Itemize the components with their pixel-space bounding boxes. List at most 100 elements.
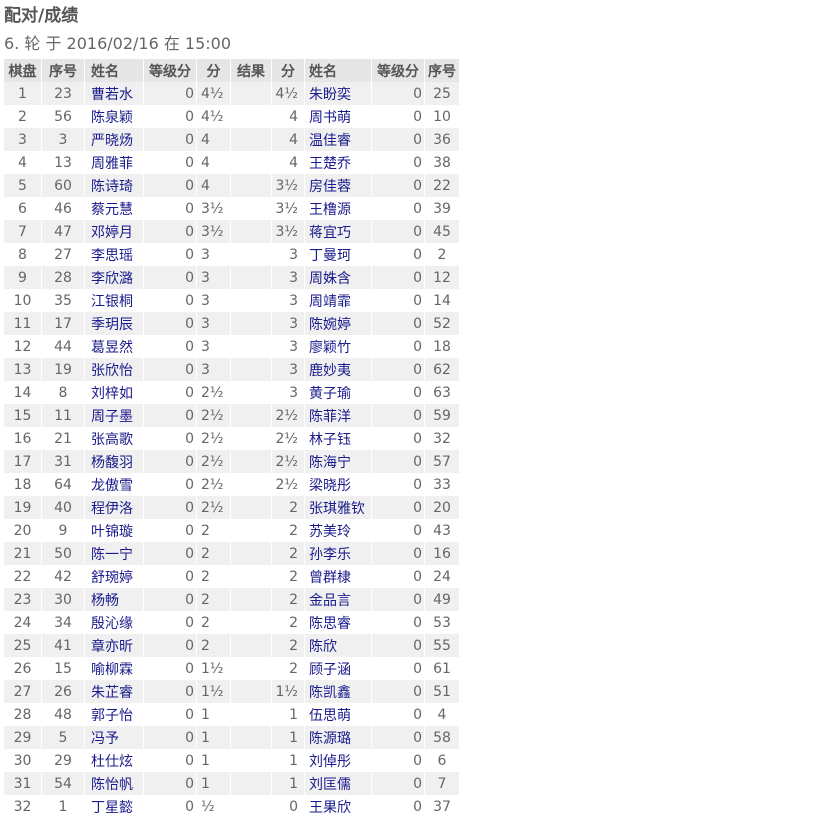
header-black-points: 分 xyxy=(271,59,305,82)
black-player-number-cell: 24 xyxy=(424,565,460,588)
black-player-name-link[interactable]: 朱盼奕 xyxy=(309,87,351,103)
white-player-name-link[interactable]: 陈诗琦 xyxy=(91,179,133,195)
black-player-name-link[interactable]: 蒋宜巧 xyxy=(309,225,351,241)
black-player-rating-cell: 0 xyxy=(371,634,425,657)
white-player-points-cell: 4½ xyxy=(196,82,231,105)
pairings-table: 棋盘 序号 姓名 等级分 分 结果 分 姓名 等级分 序号 1 23 曹若水 0 4½ 4… xyxy=(4,59,460,818)
white-player-number-cell: 60 xyxy=(41,174,85,197)
white-player-name-link[interactable]: 章亦昕 xyxy=(91,639,133,655)
board-number-cell: 27 xyxy=(4,680,42,703)
white-player-name-link[interactable]: 李思瑶 xyxy=(91,248,133,264)
white-player-rating-cell: 0 xyxy=(143,404,197,427)
white-player-name-link[interactable]: 杨馥羽 xyxy=(91,455,133,471)
white-player-name-link[interactable]: 蔡元慧 xyxy=(91,202,133,218)
black-player-name-link[interactable]: 周靖霏 xyxy=(309,294,351,310)
black-player-name-link[interactable]: 廖颖竹 xyxy=(309,340,351,356)
white-player-name-link[interactable]: 江银桐 xyxy=(91,294,133,310)
black-player-name-link[interactable]: 王果欣 xyxy=(309,800,351,816)
table-row: 29 5 冯予 0 1 1 陈源璐 0 58 xyxy=(4,726,460,749)
white-player-name-link[interactable]: 刘梓如 xyxy=(91,386,133,402)
game-result-cell xyxy=(230,611,272,634)
black-player-name-link[interactable]: 金品言 xyxy=(309,593,351,609)
white-player-name-link[interactable]: 陈泉颖 xyxy=(91,110,133,126)
black-player-name-link[interactable]: 王橹源 xyxy=(309,202,351,218)
black-player-name-link[interactable]: 苏美玲 xyxy=(309,524,351,540)
black-player-name-link[interactable]: 周姝含 xyxy=(309,271,351,287)
white-player-number-cell: 5 xyxy=(41,726,85,749)
black-player-name-link[interactable]: 张琪雅钦 xyxy=(309,501,365,517)
white-player-name-link[interactable]: 李欣潞 xyxy=(91,271,133,287)
white-player-rating-cell: 0 xyxy=(143,795,197,818)
white-player-name-link[interactable]: 杨畅 xyxy=(91,593,119,609)
black-player-number-cell: 58 xyxy=(424,726,460,749)
white-player-name-link[interactable]: 舒琬婷 xyxy=(91,570,133,586)
black-player-name-link[interactable]: 陈凯鑫 xyxy=(309,685,351,701)
black-player-number-cell: 37 xyxy=(424,795,460,818)
black-player-name-link[interactable]: 刘匡儒 xyxy=(309,777,351,793)
black-player-name-link[interactable]: 王楚乔 xyxy=(309,156,351,172)
black-player-name-link[interactable]: 房佳蓉 xyxy=(309,179,351,195)
black-player-name-link[interactable]: 温佳睿 xyxy=(309,133,351,149)
white-player-name-link[interactable]: 周雅菲 xyxy=(91,156,133,172)
black-player-name-link[interactable]: 梁晓彤 xyxy=(309,478,351,494)
white-player-name-link[interactable]: 杜仕炫 xyxy=(91,754,133,770)
black-player-points-cell: 4 xyxy=(271,105,305,128)
black-player-name-link[interactable]: 丁曼珂 xyxy=(309,248,351,264)
black-player-name-cell: 陈源璐 xyxy=(304,726,372,749)
white-player-rating-cell: 0 xyxy=(143,611,197,634)
white-player-name-cell: 葛昱然 xyxy=(84,335,144,358)
black-player-name-link[interactable]: 陈欣 xyxy=(309,639,337,655)
white-player-name-link[interactable]: 邓婷月 xyxy=(91,225,133,241)
white-player-name-link[interactable]: 殷沁缘 xyxy=(91,616,133,632)
white-player-rating-cell: 0 xyxy=(143,680,197,703)
black-player-name-link[interactable]: 曾群棣 xyxy=(309,570,351,586)
white-player-number-cell: 56 xyxy=(41,105,85,128)
white-player-name-link[interactable]: 喻柳霖 xyxy=(91,662,133,678)
black-player-name-link[interactable]: 林子钰 xyxy=(309,432,351,448)
white-player-name-cell: 刘梓如 xyxy=(84,381,144,404)
white-player-name-link[interactable]: 朱芷睿 xyxy=(91,685,133,701)
white-player-name-link[interactable]: 曹若水 xyxy=(91,87,133,103)
white-player-name-link[interactable]: 郭子怡 xyxy=(91,708,133,724)
white-player-name-link[interactable]: 丁星懿 xyxy=(91,800,133,816)
black-player-number-cell: 6 xyxy=(424,749,460,772)
white-player-name-cell: 郭子怡 xyxy=(84,703,144,726)
black-player-points-cell: 3 xyxy=(271,381,305,404)
white-player-name-link[interactable]: 龙傲雪 xyxy=(91,478,133,494)
black-player-name-link[interactable]: 黄子瑜 xyxy=(309,386,351,402)
white-player-points-cell: 4 xyxy=(196,174,231,197)
black-player-name-link[interactable]: 伍思萌 xyxy=(309,708,351,724)
game-result-cell xyxy=(230,772,272,795)
white-player-name-link[interactable]: 周子墨 xyxy=(91,409,133,425)
black-player-name-link[interactable]: 周书萌 xyxy=(309,110,351,126)
white-player-name-link[interactable]: 葛昱然 xyxy=(91,340,133,356)
white-player-name-link[interactable]: 严晓炀 xyxy=(91,133,133,149)
white-player-name-link[interactable]: 季玥辰 xyxy=(91,317,133,333)
black-player-name-link[interactable]: 顾子涵 xyxy=(309,662,351,678)
black-player-points-cell: 2 xyxy=(271,588,305,611)
white-player-name-link[interactable]: 陈一宁 xyxy=(91,547,133,563)
board-number-cell: 1 xyxy=(4,82,42,105)
white-player-name-link[interactable]: 张欣怡 xyxy=(91,363,133,379)
white-player-name-link[interactable]: 冯予 xyxy=(91,731,119,747)
black-player-name-link[interactable]: 陈婉婷 xyxy=(309,317,351,333)
white-player-number-cell: 44 xyxy=(41,335,85,358)
white-player-name-link[interactable]: 陈怡帆 xyxy=(91,777,133,793)
black-player-name-link[interactable]: 陈源璐 xyxy=(309,731,351,747)
white-player-name-cell: 严晓炀 xyxy=(84,128,144,151)
black-player-name-link[interactable]: 陈思睿 xyxy=(309,616,351,632)
white-player-name-link[interactable]: 程伊洛 xyxy=(91,501,133,517)
white-player-name-link[interactable]: 叶锦璇 xyxy=(91,524,133,540)
game-result-cell xyxy=(230,749,272,772)
black-player-points-cell: 1 xyxy=(271,749,305,772)
black-player-name-link[interactable]: 陈海宁 xyxy=(309,455,351,471)
white-player-name-link[interactable]: 张高歌 xyxy=(91,432,133,448)
white-player-name-cell: 张欣怡 xyxy=(84,358,144,381)
white-player-points-cell: 4 xyxy=(196,128,231,151)
black-player-name-link[interactable]: 陈菲洋 xyxy=(309,409,351,425)
header-black-rating: 等级分 xyxy=(371,59,425,82)
black-player-rating-cell: 0 xyxy=(371,473,425,496)
black-player-name-link[interactable]: 孙李乐 xyxy=(309,547,351,563)
black-player-name-link[interactable]: 刘倬彤 xyxy=(309,754,351,770)
black-player-name-link[interactable]: 鹿妙夷 xyxy=(309,363,351,379)
